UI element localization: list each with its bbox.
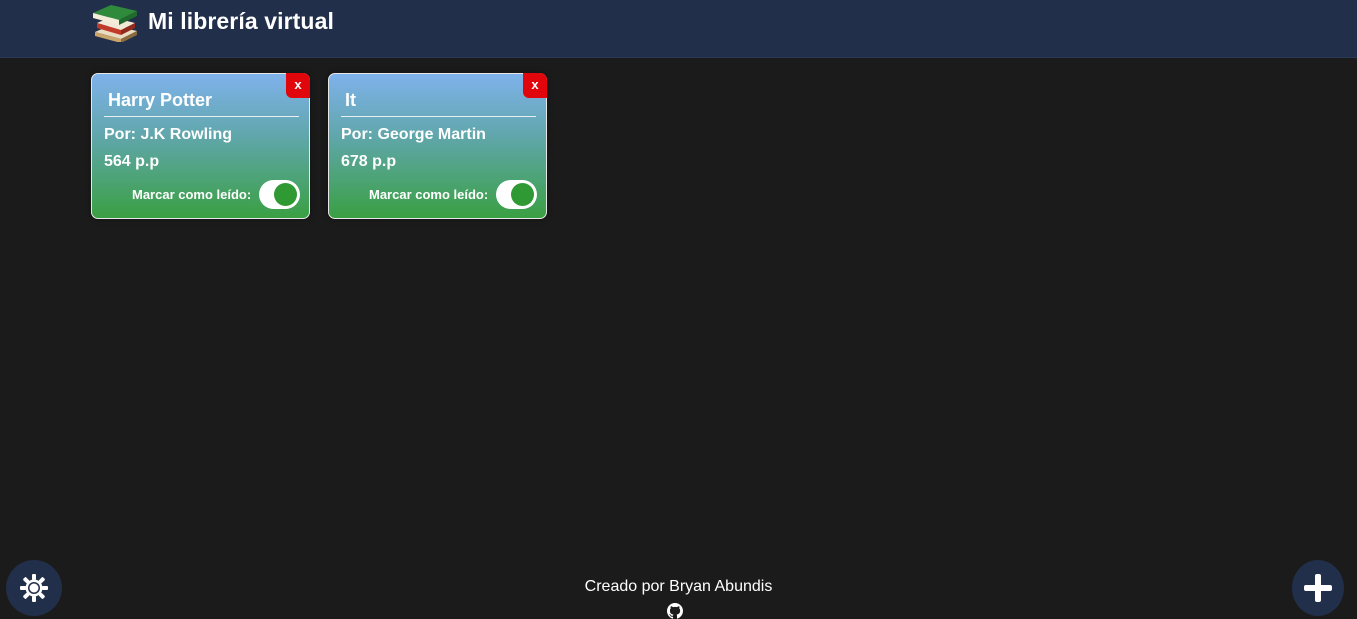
book-card: x Harry Potter Por: J.K Rowling 564 p.p … [91,73,310,219]
book-title: It [341,90,536,117]
footer-credit: Creado por Bryan Abundis [584,578,773,595]
app-title: Mi librería virtual [148,8,334,34]
books-stack-icon [93,5,137,42]
book-pages: 564 p.p [104,153,160,170]
mark-read-label: Marcar como leído: [369,187,489,202]
app-header: Mi librería virtual [0,0,1357,58]
book-title: Harry Potter [104,90,299,117]
book-author: Por: J.K Rowling [104,126,232,143]
mark-read-toggle[interactable] [259,180,300,209]
mark-read-label: Marcar como leído: [132,187,252,202]
toggle-knob [274,183,297,206]
book-author: Por: George Martin [341,126,486,143]
toggle-knob [511,183,534,206]
plus-icon [1304,574,1332,602]
github-icon[interactable] [667,603,683,619]
book-card: x It Por: George Martin 678 p.p Marcar c… [328,73,547,219]
book-pages: 678 p.p [341,153,397,170]
add-book-button[interactable] [1292,560,1344,616]
mark-read-toggle[interactable] [496,180,537,209]
